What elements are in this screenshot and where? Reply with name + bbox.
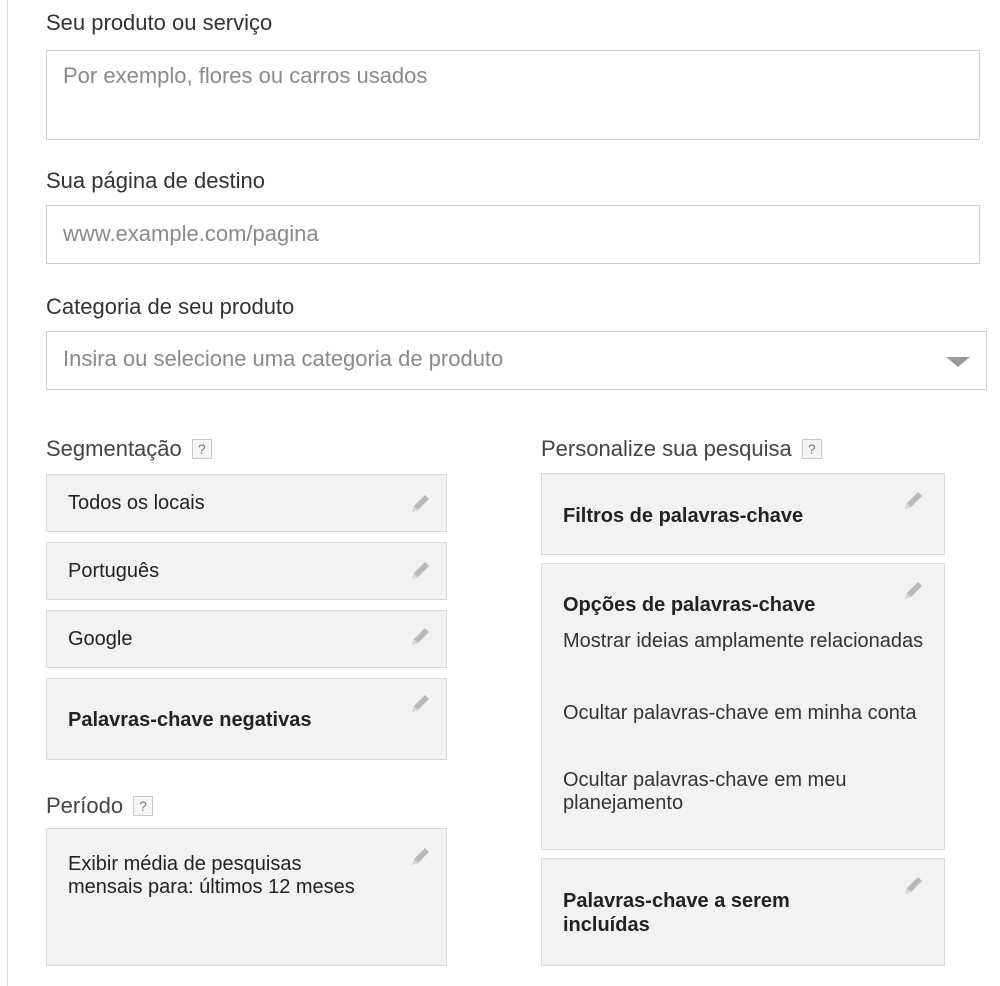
question-mark-icon[interactable]: ? <box>133 796 154 816</box>
product-input[interactable]: Por exemplo, flores ou carros usados <box>46 50 980 140</box>
landing-page-label: Sua página de destino <box>46 168 265 193</box>
period-card[interactable]: Exibir média de pesquisas mensais para: … <box>46 828 447 966</box>
targeting-title: Segmentação <box>46 436 182 461</box>
keyword-option-line: Ocultar palavras-chave em minha conta <box>563 702 917 724</box>
pencil-icon[interactable] <box>407 491 433 517</box>
caret-down-icon[interactable] <box>946 357 970 367</box>
customize-title: Personalize sua pesquisa <box>541 436 792 461</box>
left-border <box>7 0 8 986</box>
keyword-options-title: Opções de palavras-chave <box>563 594 816 616</box>
targeting-item-negative-keywords[interactable]: Palavras-chave negativas <box>46 678 447 760</box>
targeting-heading: Segmentação ? <box>46 436 212 462</box>
keyword-filters-card[interactable]: Filtros de palavras-chave <box>541 473 945 555</box>
period-text: Exibir média de pesquisas mensais para: … <box>68 853 355 898</box>
targeting-item-locations[interactable]: Todos os locais <box>46 474 447 532</box>
pencil-icon[interactable] <box>900 873 926 899</box>
question-mark-icon[interactable]: ? <box>191 439 212 459</box>
customize-heading: Personalize sua pesquisa ? <box>541 436 822 462</box>
targeting-item-network[interactable]: Google <box>46 610 447 668</box>
category-select[interactable]: Insira ou selecione uma categoria de pro… <box>46 331 987 390</box>
landing-page-input[interactable]: www.example.com/pagina <box>46 205 980 264</box>
keywords-to-include-label: Palavras-chave a serem incluídas <box>563 890 790 936</box>
pencil-icon[interactable] <box>407 844 433 870</box>
keyword-filters-label: Filtros de palavras-chave <box>563 505 804 527</box>
pencil-icon[interactable] <box>900 488 926 514</box>
targeting-item-label: Todos os locais <box>68 492 205 514</box>
keyword-option-line: Mostrar ideias amplamente relacionadas <box>563 630 924 652</box>
keyword-option-line: Ocultar palavras-chave em meu planejamen… <box>563 769 847 814</box>
pencil-icon[interactable] <box>407 624 433 650</box>
pencil-icon[interactable] <box>407 558 433 584</box>
keywords-to-include-card[interactable]: Palavras-chave a serem incluídas <box>541 858 945 966</box>
period-title: Período <box>46 793 124 818</box>
pencil-icon[interactable] <box>407 691 433 717</box>
period-heading: Período ? <box>46 793 154 819</box>
targeting-item-label: Google <box>68 628 133 650</box>
keyword-options-card[interactable]: Opções de palavras-chave Mostrar ideias … <box>541 563 945 850</box>
targeting-item-label: Palavras-chave negativas <box>68 709 312 731</box>
pencil-icon[interactable] <box>900 578 926 604</box>
question-mark-icon[interactable]: ? <box>801 439 822 459</box>
category-label: Categoria de seu produto <box>46 294 295 319</box>
targeting-item-language[interactable]: Português <box>46 542 447 600</box>
landing-page-placeholder: www.example.com/pagina <box>63 221 319 246</box>
targeting-item-label: Português <box>68 560 160 582</box>
product-placeholder: Por exemplo, flores ou carros usados <box>63 63 428 88</box>
product-label: Seu produto ou serviço <box>46 10 273 35</box>
category-placeholder: Insira ou selecione uma categoria de pro… <box>63 346 504 371</box>
